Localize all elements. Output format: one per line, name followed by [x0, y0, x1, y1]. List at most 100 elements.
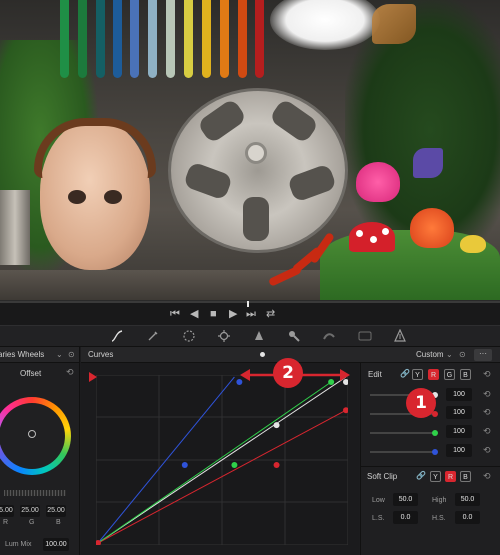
reset-icon[interactable]: ⟲	[483, 445, 491, 456]
blue-control-point[interactable]	[181, 461, 188, 468]
mushroom-dot	[370, 236, 377, 243]
ls-value[interactable]: 0.0	[393, 511, 418, 524]
stop-button[interactable]: ■	[210, 307, 217, 321]
slider-y-value[interactable]: 100	[446, 388, 472, 401]
pink-rose	[356, 162, 400, 202]
callout-badge-2: 2	[273, 358, 303, 388]
channel-b-chip[interactable]: B	[460, 369, 471, 380]
soft-clip-title: Soft Clip	[367, 472, 398, 481]
first-frame-button[interactable]: ⏮	[170, 307, 180, 321]
prev-frame-button[interactable]: ◀	[190, 307, 198, 321]
slider-b-value[interactable]: 100	[446, 444, 472, 457]
toy-robot	[0, 190, 30, 265]
hs-label: H.S.	[432, 515, 446, 522]
master-wheel-jog[interactable]	[4, 490, 66, 496]
reel-hole	[243, 197, 269, 241]
curve-pointer-icon[interactable]	[89, 372, 97, 382]
red-control-point[interactable]	[273, 461, 280, 468]
qualifier-icon[interactable]	[145, 329, 161, 345]
play-button[interactable]: ▶	[229, 307, 237, 321]
mushroom-dot	[356, 230, 363, 237]
wheel-title: Offset	[20, 369, 42, 378]
slider-g[interactable]	[370, 432, 436, 434]
pencil-green	[60, 0, 69, 78]
sc-channel-b[interactable]: B	[460, 471, 471, 482]
pencil-orange	[220, 0, 229, 78]
reset-icon[interactable]: ⟲	[483, 426, 491, 437]
high-value[interactable]: 50.0	[455, 493, 480, 506]
chevron-down-icon[interactable]: ⌄	[56, 347, 63, 363]
timeline-scrubber[interactable]	[0, 301, 500, 303]
channel-g-label: G	[29, 519, 35, 526]
hs-value[interactable]: 0.0	[455, 511, 480, 524]
3d-icon[interactable]	[357, 329, 373, 345]
curves-mode-select[interactable]: Custom	[416, 347, 444, 363]
reset-icon[interactable]: ⟲	[483, 407, 491, 418]
value-b[interactable]: 25.00	[46, 505, 66, 517]
pencil-pale	[166, 0, 175, 78]
page-indicator-dot[interactable]	[260, 352, 265, 357]
low-value[interactable]: 50.0	[393, 493, 418, 506]
motion-effects-icon[interactable]	[392, 328, 408, 345]
more-options-icon[interactable]: ···	[474, 349, 492, 361]
pencil-teal	[96, 0, 105, 78]
value-g[interactable]: 25.00	[20, 505, 40, 517]
doll-eye-left	[68, 190, 86, 204]
reset-icon[interactable]: ⊙	[68, 347, 75, 363]
curves-graph[interactable]	[96, 375, 348, 545]
luma-control-point[interactable]	[273, 422, 280, 429]
channel-g-chip[interactable]: G	[444, 369, 455, 380]
lum-mix-label: Lum Mix	[5, 541, 32, 548]
orange-rose	[410, 208, 454, 248]
loop-button[interactable]: ⇄	[266, 307, 275, 321]
mushroom-dot	[382, 228, 389, 235]
transport-bar: ⏮ ◀ ■ ▶ ⏭ ⇄	[0, 300, 500, 325]
pencil-grey-blue	[148, 0, 157, 78]
chevron-down-icon[interactable]: ⌄	[446, 347, 453, 363]
sc-channel-y[interactable]: Y	[430, 471, 441, 482]
tracker-icon[interactable]	[216, 329, 232, 345]
pencil-blue	[113, 0, 122, 78]
reset-icon[interactable]: ⟲	[66, 367, 74, 378]
pencil-orange-red	[238, 0, 247, 78]
color-wheel-puck[interactable]	[28, 430, 36, 438]
reset-icon[interactable]: ⟲	[483, 369, 491, 380]
high-label: High	[432, 497, 447, 504]
channel-r-label: R	[3, 519, 9, 526]
channel-y-chip[interactable]: Y	[412, 369, 423, 380]
slider-b-knob[interactable]	[432, 449, 438, 455]
low-label: Low	[372, 497, 385, 504]
curves-icon[interactable]	[109, 329, 125, 345]
sizing-icon[interactable]	[321, 329, 337, 345]
callout-badge-1: 1	[406, 388, 436, 418]
primaries-header: aries Wheels ⌄ ⊙	[0, 347, 80, 363]
reset-icon[interactable]: ⊙	[459, 347, 466, 363]
link-icon[interactable]: 🔗	[416, 471, 426, 480]
image-viewer	[0, 0, 500, 300]
slider-g-knob[interactable]	[432, 430, 438, 436]
lum-mix-value[interactable]: 100.00	[43, 538, 69, 551]
link-icon[interactable]: 🔗	[400, 369, 410, 378]
blur-icon[interactable]	[251, 329, 267, 345]
sc-channel-r[interactable]: R	[445, 471, 456, 482]
primaries-title[interactable]: aries Wheels	[0, 347, 44, 363]
key-icon[interactable]	[286, 329, 302, 345]
pencil-green-dark	[78, 0, 87, 78]
pencil-red	[255, 0, 264, 78]
doll-eye-right	[104, 190, 122, 204]
channel-r-chip[interactable]: R	[428, 369, 439, 380]
last-frame-button[interactable]: ⏭	[246, 307, 256, 321]
slider-b[interactable]	[370, 451, 436, 453]
slider-r-value[interactable]: 100	[446, 406, 472, 419]
divider	[361, 466, 500, 467]
curves-title: Curves	[88, 350, 114, 359]
window-icon[interactable]	[181, 329, 197, 345]
channel-b-label: B	[56, 519, 61, 526]
slider-g-value[interactable]: 100	[446, 425, 472, 438]
value-r[interactable]: 25.00	[0, 505, 14, 517]
reset-icon[interactable]: ⟲	[483, 471, 491, 482]
palette-toolbar	[0, 325, 500, 347]
reset-icon[interactable]: ⟲	[483, 389, 491, 400]
green-control-point[interactable]	[231, 461, 238, 468]
butterfly	[372, 4, 416, 44]
